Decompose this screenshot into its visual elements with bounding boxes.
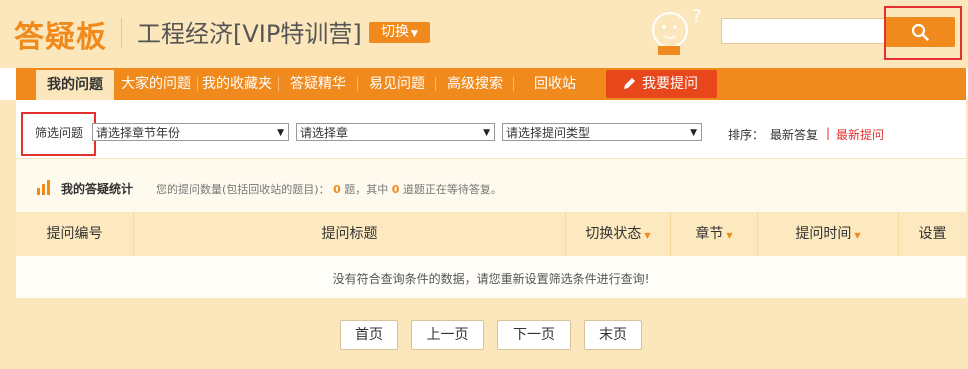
svg-text:?: ? xyxy=(692,6,702,27)
tab-featured[interactable]: 答疑精华 xyxy=(280,68,356,100)
column-question-id: 提问编号 xyxy=(46,226,103,242)
sort-latest-reply-link[interactable]: 最新答复 xyxy=(770,126,818,143)
caret-down-icon: ▼ xyxy=(411,29,418,39)
course-title: 工程经济[VIP特训营] xyxy=(137,20,362,48)
tab-advanced-search[interactable]: 高级搜索 xyxy=(437,68,513,100)
question-count: 0 xyxy=(333,183,341,196)
logo[interactable]: 答疑板 xyxy=(14,12,107,56)
switch-course-label: 切换 xyxy=(381,24,410,40)
tab-my-questions[interactable]: 我的问题 xyxy=(36,70,114,100)
chapter-year-select-value: 请选择章节年份 xyxy=(96,126,181,140)
bar-chart-icon xyxy=(37,180,50,195)
search-input[interactable] xyxy=(721,18,887,44)
column-settings: 设置 xyxy=(918,226,947,242)
header-divider xyxy=(121,18,122,48)
switch-course-button[interactable]: 切换 ▼ xyxy=(369,22,430,43)
first-page-button[interactable]: 首页 xyxy=(340,320,398,350)
dropdown-arrow-icon: ▼ xyxy=(277,128,284,138)
tab-divider xyxy=(357,77,358,91)
column-question-time-label: 提问时间 xyxy=(795,226,852,242)
stats-title: 我的答疑统计 xyxy=(61,182,134,196)
dropdown-arrow-icon: ▼ xyxy=(483,128,490,138)
stats-prefix: 您的提问数量(包括回收站的题目)： xyxy=(156,183,330,196)
column-chapter-label: 章节 xyxy=(695,226,724,242)
empty-message: 没有符合查询条件的数据，请您重新设置筛选条件进行查询! xyxy=(332,272,650,286)
tab-divider xyxy=(435,77,436,91)
last-page-button[interactable]: 末页 xyxy=(584,320,642,350)
sort-separator: | xyxy=(826,126,831,140)
stats-description: 您的提问数量(包括回收站的题目)： 0 题，其中 0 道题正在等待答复。 xyxy=(156,181,502,197)
tab-divider xyxy=(513,77,514,91)
main-nav: 我的问题 大家的问题 我的收藏夹 答疑精华 易见问题 高级搜索 回收站 我要提问 xyxy=(16,68,966,100)
stats-suffix: 道题正在等待答复。 xyxy=(402,183,502,196)
tab-common-questions[interactable]: 易见问题 xyxy=(359,68,435,100)
sort-arrow-icon: ▼ xyxy=(854,231,861,240)
sort-latest-question-link[interactable]: 最新提问 xyxy=(836,126,884,143)
column-question-time[interactable]: 提问时间 ▼ xyxy=(758,212,898,256)
question-type-select-value: 请选择提问类型 xyxy=(506,126,591,140)
column-switch-status[interactable]: 切换状态 ▼ xyxy=(566,212,670,256)
previous-page-button[interactable]: 上一页 xyxy=(411,320,484,350)
chapter-year-select[interactable]: 请选择章节年份 ▼ xyxy=(92,123,289,141)
pencil-icon xyxy=(624,78,635,89)
table-header: 提问编号 提问标题 切换状态 ▼ 章节 ▼ 提问时间 ▼ 设置 xyxy=(16,212,966,256)
waiting-count: 0 xyxy=(391,183,400,196)
question-type-select[interactable]: 请选择提问类型 ▼ xyxy=(502,123,702,141)
column-switch-status-label: 切换状态 xyxy=(585,226,642,242)
ask-question-button[interactable]: 我要提问 xyxy=(606,70,717,98)
dropdown-arrow-icon: ▼ xyxy=(690,128,697,138)
stats-middle: 题，其中 xyxy=(344,183,389,196)
sort-arrow-icon: ▼ xyxy=(644,231,651,240)
sort-arrow-icon: ▼ xyxy=(726,231,733,240)
mascot-illustration: ? xyxy=(652,6,702,55)
column-question-title: 提问标题 xyxy=(321,226,378,242)
tab-recycle-bin[interactable]: 回收站 xyxy=(515,68,595,100)
chapter-select[interactable]: 请选择章 ▼ xyxy=(296,123,495,141)
sort-label: 排序： xyxy=(728,128,765,142)
tab-all-questions[interactable]: 大家的问题 xyxy=(117,68,195,100)
search-highlight-box xyxy=(884,6,962,60)
tab-favorites[interactable]: 我的收藏夹 xyxy=(198,68,276,100)
filter-highlight-box xyxy=(21,112,96,156)
tab-divider xyxy=(278,77,279,91)
column-chapter[interactable]: 章节 ▼ xyxy=(671,212,757,256)
chapter-select-value: 请选择章 xyxy=(300,126,349,140)
next-page-button[interactable]: 下一页 xyxy=(497,320,571,350)
ask-question-label: 我要提问 xyxy=(642,76,698,92)
